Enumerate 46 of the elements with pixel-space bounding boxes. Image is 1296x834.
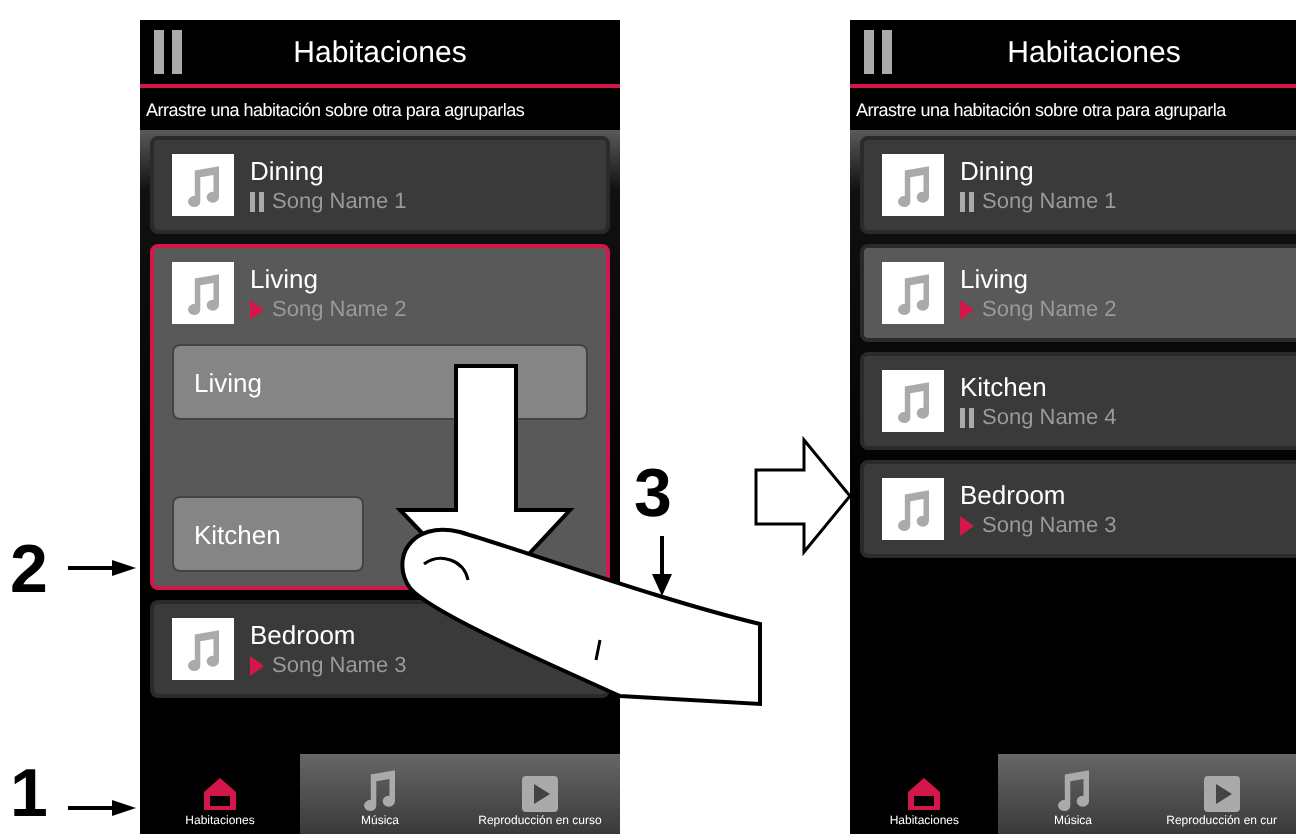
- down-arrow: [652, 536, 672, 596]
- music-note-icon: [1055, 768, 1091, 812]
- room-name: Living: [960, 264, 1030, 294]
- song-name: Song Name 3: [272, 654, 407, 678]
- step-number: 1: [10, 760, 48, 828]
- room-card[interactable]: Kitchen Song Name 4: [860, 352, 1296, 450]
- room-card[interactable]: Dining Song Name 1: [150, 136, 610, 234]
- room-name: Bedroom: [960, 480, 1068, 510]
- step-number: 2: [10, 536, 48, 604]
- room-name: Dining: [250, 156, 326, 186]
- room-card[interactable]: Living Song Name 2: [860, 244, 1296, 342]
- house-icon: [906, 776, 943, 812]
- music-note-icon: [895, 271, 931, 315]
- menu-bars-icon[interactable]: [864, 30, 892, 74]
- right-arrow-outline: [754, 435, 852, 557]
- music-note-icon: [895, 379, 931, 423]
- music-note-icon: [895, 487, 931, 531]
- play-icon: [1203, 776, 1240, 812]
- room-name: Bedroom: [250, 620, 358, 650]
- room-slot[interactable]: Kitchen: [172, 496, 364, 572]
- screen-title: Habitaciones: [1005, 35, 1183, 69]
- music-note-icon: [185, 163, 221, 207]
- song-name: Song Name 1: [272, 190, 407, 214]
- room-card[interactable]: Dining Song Name 1: [860, 136, 1296, 234]
- song-name: Song Name 2: [982, 298, 1117, 322]
- play-icon: [522, 776, 558, 812]
- song-name: Song Name 1: [982, 190, 1117, 214]
- step-number: 3: [634, 460, 672, 528]
- house-icon: [202, 776, 238, 812]
- hint-text: Arrastre una habitación sobre otra para agruparla: [854, 98, 1229, 124]
- music-note-icon: [185, 271, 221, 315]
- song-name: Song Name 3: [982, 514, 1117, 538]
- music-note-icon: [185, 627, 221, 671]
- room-name: Living: [250, 264, 320, 294]
- music-note-icon: [895, 163, 931, 207]
- pointer-arrow: [68, 558, 136, 578]
- screen-title: Habitaciones: [291, 35, 469, 69]
- pointer-arrow: [68, 798, 136, 818]
- song-name: Song Name 4: [982, 406, 1117, 430]
- room-name: Dining: [960, 156, 1036, 186]
- room-card[interactable]: Bedroom Song Name 3: [860, 460, 1296, 558]
- menu-bars-icon[interactable]: [154, 30, 182, 74]
- hint-text: Arrastre una habitación sobre otra para agruparlas: [144, 98, 527, 124]
- music-note-icon: [362, 768, 398, 812]
- song-name: Song Name 2: [272, 298, 407, 322]
- room-name: Kitchen: [960, 372, 1049, 402]
